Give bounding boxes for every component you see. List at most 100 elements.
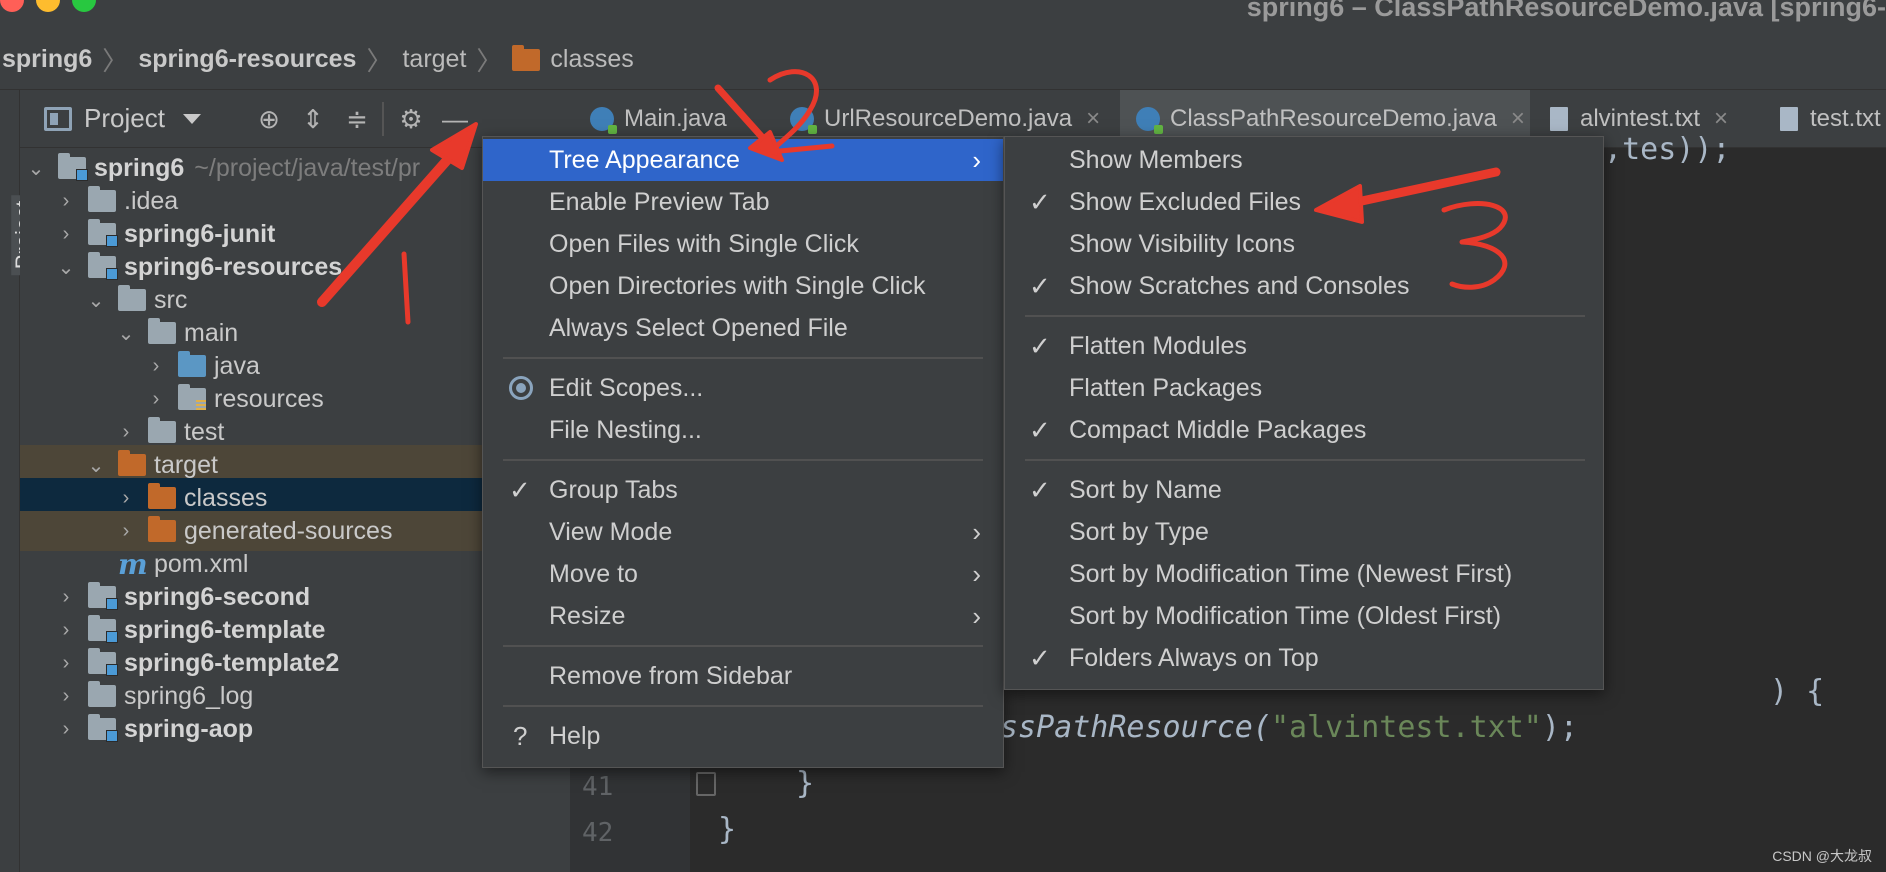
chevron-right-icon[interactable]: ›: [116, 487, 136, 510]
help-icon: ?: [513, 720, 528, 751]
menu-item-help[interactable]: ? Help: [483, 715, 1003, 757]
close-icon[interactable]: ×: [1714, 105, 1728, 133]
excluded-folder-icon: [118, 450, 146, 476]
menu-item-sort-by-type[interactable]: Sort by Type: [1005, 511, 1603, 553]
menu-item-show-scratches-consoles[interactable]: ✓ Show Scratches and Consoles: [1005, 265, 1603, 307]
java-class-icon: [590, 107, 617, 134]
menu-item-tree-appearance[interactable]: Tree Appearance ›: [483, 139, 1003, 181]
tree-item-label: spring6-template: [124, 615, 326, 644]
chevron-right-icon[interactable]: ›: [56, 652, 76, 675]
gear-options-menu: Tree Appearance › Enable Preview Tab Ope…: [482, 136, 1004, 768]
chevron-down-icon[interactable]: ⌄: [26, 156, 46, 181]
menu-item-open-files-single-click[interactable]: Open Files with Single Click: [483, 223, 1003, 265]
project-panel-icon: [44, 106, 72, 131]
tree-item-path: ~/project/java/test/pr: [194, 153, 421, 182]
tree-item-label: spring6_log: [124, 681, 254, 710]
menu-item-flatten-modules[interactable]: ✓ Flatten Modules: [1005, 325, 1603, 367]
menu-item-edit-scopes[interactable]: Edit Scopes...: [483, 367, 1003, 409]
menu-item-file-nesting[interactable]: File Nesting...: [483, 409, 1003, 451]
tree-item-label: java: [214, 351, 260, 380]
tree-item-label: .idea: [124, 186, 179, 215]
chevron-right-icon[interactable]: ›: [146, 355, 166, 378]
fold-marker-icon[interactable]: [696, 772, 716, 796]
menu-item-show-excluded-files[interactable]: ✓ Show Excluded Files: [1005, 181, 1603, 223]
code-brace-outer: }: [718, 812, 737, 847]
gear-icon[interactable]: ⚙: [396, 104, 426, 134]
chevron-right-icon[interactable]: ›: [146, 388, 166, 411]
chevron-down-icon[interactable]: ⌄: [116, 321, 136, 346]
module-folder-icon: [88, 714, 118, 742]
menu-item-show-visibility-icons[interactable]: Show Visibility Icons: [1005, 223, 1603, 265]
menu-item-flatten-packages[interactable]: Flatten Packages: [1005, 367, 1603, 409]
tree-item-label: spring6: [94, 153, 185, 182]
code-string-literal: "alvintest.txt": [1270, 710, 1542, 745]
breadcrumb-item-classes[interactable]: classes: [512, 44, 634, 74]
breadcrumb-separator: 〉: [102, 46, 129, 76]
collapse-all-icon[interactable]: ≑: [342, 104, 372, 134]
radio-icon: [509, 376, 533, 400]
code-fragment-top: b,tes));: [1586, 132, 1731, 167]
menu-item-sort-by-name[interactable]: ✓ Sort by Name: [1005, 469, 1603, 511]
excluded-folder-icon: [148, 516, 176, 542]
module-folder-icon: [88, 582, 118, 610]
chevron-right-icon: ›: [972, 600, 981, 631]
chevron-down-icon[interactable]: ⌄: [56, 255, 76, 280]
breadcrumb-item-target[interactable]: target: [402, 45, 466, 74]
tree-item-label: spring6-junit: [124, 219, 276, 248]
module-folder-icon: [88, 648, 118, 676]
breadcrumb-item-spring6-resources[interactable]: spring6-resources: [138, 45, 356, 74]
chevron-right-icon[interactable]: ›: [116, 421, 136, 444]
chevron-right-icon[interactable]: ›: [56, 718, 76, 741]
tab-test-txt[interactable]: test.txt: [1780, 90, 1886, 148]
zoom-window-button[interactable]: [72, 0, 96, 12]
chevron-down-icon[interactable]: ⌄: [86, 288, 106, 313]
chevron-right-icon[interactable]: ›: [56, 619, 76, 642]
tree-item-label: test: [184, 417, 225, 446]
chevron-down-icon: [182, 113, 201, 124]
menu-item-show-members[interactable]: Show Members: [1005, 139, 1603, 181]
tree-item-label: spring6-template2: [124, 648, 340, 677]
menu-item-compact-middle-packages[interactable]: ✓ Compact Middle Packages: [1005, 409, 1603, 451]
check-icon: ✓: [1029, 270, 1051, 301]
menu-item-group-tabs[interactable]: ✓ Group Tabs: [483, 469, 1003, 511]
chevron-down-icon[interactable]: ⌄: [86, 453, 106, 478]
minimize-icon[interactable]: —: [440, 104, 470, 134]
menu-item-remove-from-sidebar[interactable]: Remove from Sidebar: [483, 655, 1003, 697]
project-view-selector[interactable]: Project: [44, 103, 201, 134]
breadcrumb-item-label: classes: [550, 45, 634, 73]
chevron-right-icon[interactable]: ›: [56, 190, 76, 213]
source-folder-icon: [178, 351, 206, 377]
menu-item-sort-by-mod-time-oldest[interactable]: Sort by Modification Time (Oldest First): [1005, 595, 1603, 637]
close-window-button[interactable]: [0, 0, 24, 12]
check-icon: ✓: [1029, 642, 1051, 673]
chevron-right-icon[interactable]: ›: [56, 586, 76, 609]
left-tool-strip: Project: [0, 90, 38, 872]
locate-icon[interactable]: ⊕: [254, 104, 284, 134]
menu-item-sort-by-mod-time-newest[interactable]: Sort by Modification Time (Newest First): [1005, 553, 1603, 595]
text-file-icon: [1780, 107, 1798, 131]
close-icon[interactable]: ×: [1086, 105, 1100, 133]
menu-item-enable-preview-tab[interactable]: Enable Preview Tab: [483, 181, 1003, 223]
menu-item-always-select-opened-file[interactable]: Always Select Opened File: [483, 307, 1003, 349]
chevron-right-icon: ›: [972, 516, 981, 547]
excluded-folder-icon: [512, 44, 541, 71]
menu-item-view-mode[interactable]: View Mode ›: [483, 511, 1003, 553]
tree-item-label: src: [154, 285, 188, 314]
excluded-folder-icon: [148, 483, 176, 509]
menu-item-open-directories-single-click[interactable]: Open Directories with Single Click: [483, 265, 1003, 307]
expand-all-icon[interactable]: ⇕: [298, 104, 328, 134]
breadcrumb-item-spring6[interactable]: spring6: [2, 45, 92, 74]
tree-item-label: classes: [184, 483, 268, 512]
module-folder-icon: [58, 153, 88, 181]
minimize-window-button[interactable]: [36, 0, 60, 12]
chevron-right-icon[interactable]: ›: [56, 223, 76, 246]
menu-item-resize[interactable]: Resize ›: [483, 595, 1003, 637]
tree-appearance-submenu: Show Members ✓ Show Excluded Files Show …: [1004, 136, 1604, 690]
check-icon: ✓: [1029, 474, 1051, 505]
menu-item-move-to[interactable]: Move to ›: [483, 553, 1003, 595]
chevron-right-icon[interactable]: ›: [56, 685, 76, 708]
menu-item-folders-always-on-top[interactable]: ✓ Folders Always on Top: [1005, 637, 1603, 679]
folder-icon: [148, 417, 176, 443]
chevron-right-icon[interactable]: ›: [116, 520, 136, 543]
close-icon[interactable]: ×: [1511, 105, 1525, 133]
